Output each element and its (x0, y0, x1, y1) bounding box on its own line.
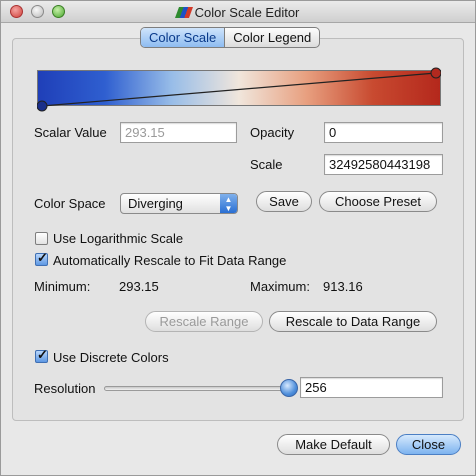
rescale-range-button[interactable]: Rescale Range (145, 311, 263, 332)
make-default-button[interactable]: Make Default (277, 434, 390, 455)
resolution-label: Resolution (34, 381, 96, 396)
tab-color-scale[interactable]: Color Scale (141, 28, 226, 47)
minimum-value: 293.15 (119, 279, 159, 294)
save-button[interactable]: Save (256, 191, 312, 212)
opacity-line (41, 72, 437, 107)
colormap-editor[interactable] (37, 65, 441, 113)
scale-field[interactable]: 32492580443198 (324, 154, 443, 175)
left-control-point[interactable] (37, 100, 48, 112)
logarithmic-checkbox[interactable] (35, 232, 48, 245)
auto-rescale-checkbox[interactable] (35, 250, 48, 266)
discrete-colors-label: Use Discrete Colors (53, 350, 169, 365)
color-space-label: Color Space (34, 196, 106, 211)
tab-bar: Color Scale Color Legend (140, 27, 321, 48)
auto-rescale-label: Automatically Rescale to Fit Data Range (53, 253, 287, 268)
opacity-label: Opacity (250, 125, 295, 140)
resolution-slider-knob[interactable] (280, 379, 298, 397)
minimum-label: Minimum: (34, 279, 91, 294)
discrete-colors-checkbox[interactable] (35, 347, 48, 363)
close-button[interactable]: Close (396, 434, 461, 455)
maximum-value: 913.16 (323, 279, 363, 294)
scale-label: Scale (250, 157, 283, 172)
maximum-label: Maximum: (250, 279, 310, 294)
window-title: Color Scale Editor (1, 5, 475, 20)
opacity-field[interactable]: 0 (324, 122, 443, 143)
right-control-point[interactable] (430, 67, 441, 79)
resolution-slider-track[interactable] (104, 386, 290, 391)
opacity-curve (37, 67, 441, 112)
resolution-field[interactable]: 256 (300, 377, 443, 398)
choose-preset-button[interactable]: Choose Preset (319, 191, 437, 212)
select-arrows-icon: ▲ ▼ (220, 194, 237, 213)
color-space-select[interactable]: Diverging ▲ ▼ (120, 193, 238, 214)
title-bar: Color Scale Editor (1, 1, 475, 23)
color-space-value: Diverging (128, 196, 183, 211)
window-title-text: Color Scale Editor (194, 5, 300, 20)
scalar-value-label: Scalar Value (34, 125, 107, 140)
app-icon (174, 7, 193, 18)
color-scale-editor-window: Color Scale Editor Color Scale Color Leg… (0, 0, 476, 476)
scalar-value-field[interactable]: 293.15 (120, 122, 237, 143)
rescale-to-data-range-button[interactable]: Rescale to Data Range (269, 311, 437, 332)
logarithmic-label: Use Logarithmic Scale (53, 231, 184, 246)
tab-color-legend[interactable]: Color Legend (225, 28, 319, 47)
